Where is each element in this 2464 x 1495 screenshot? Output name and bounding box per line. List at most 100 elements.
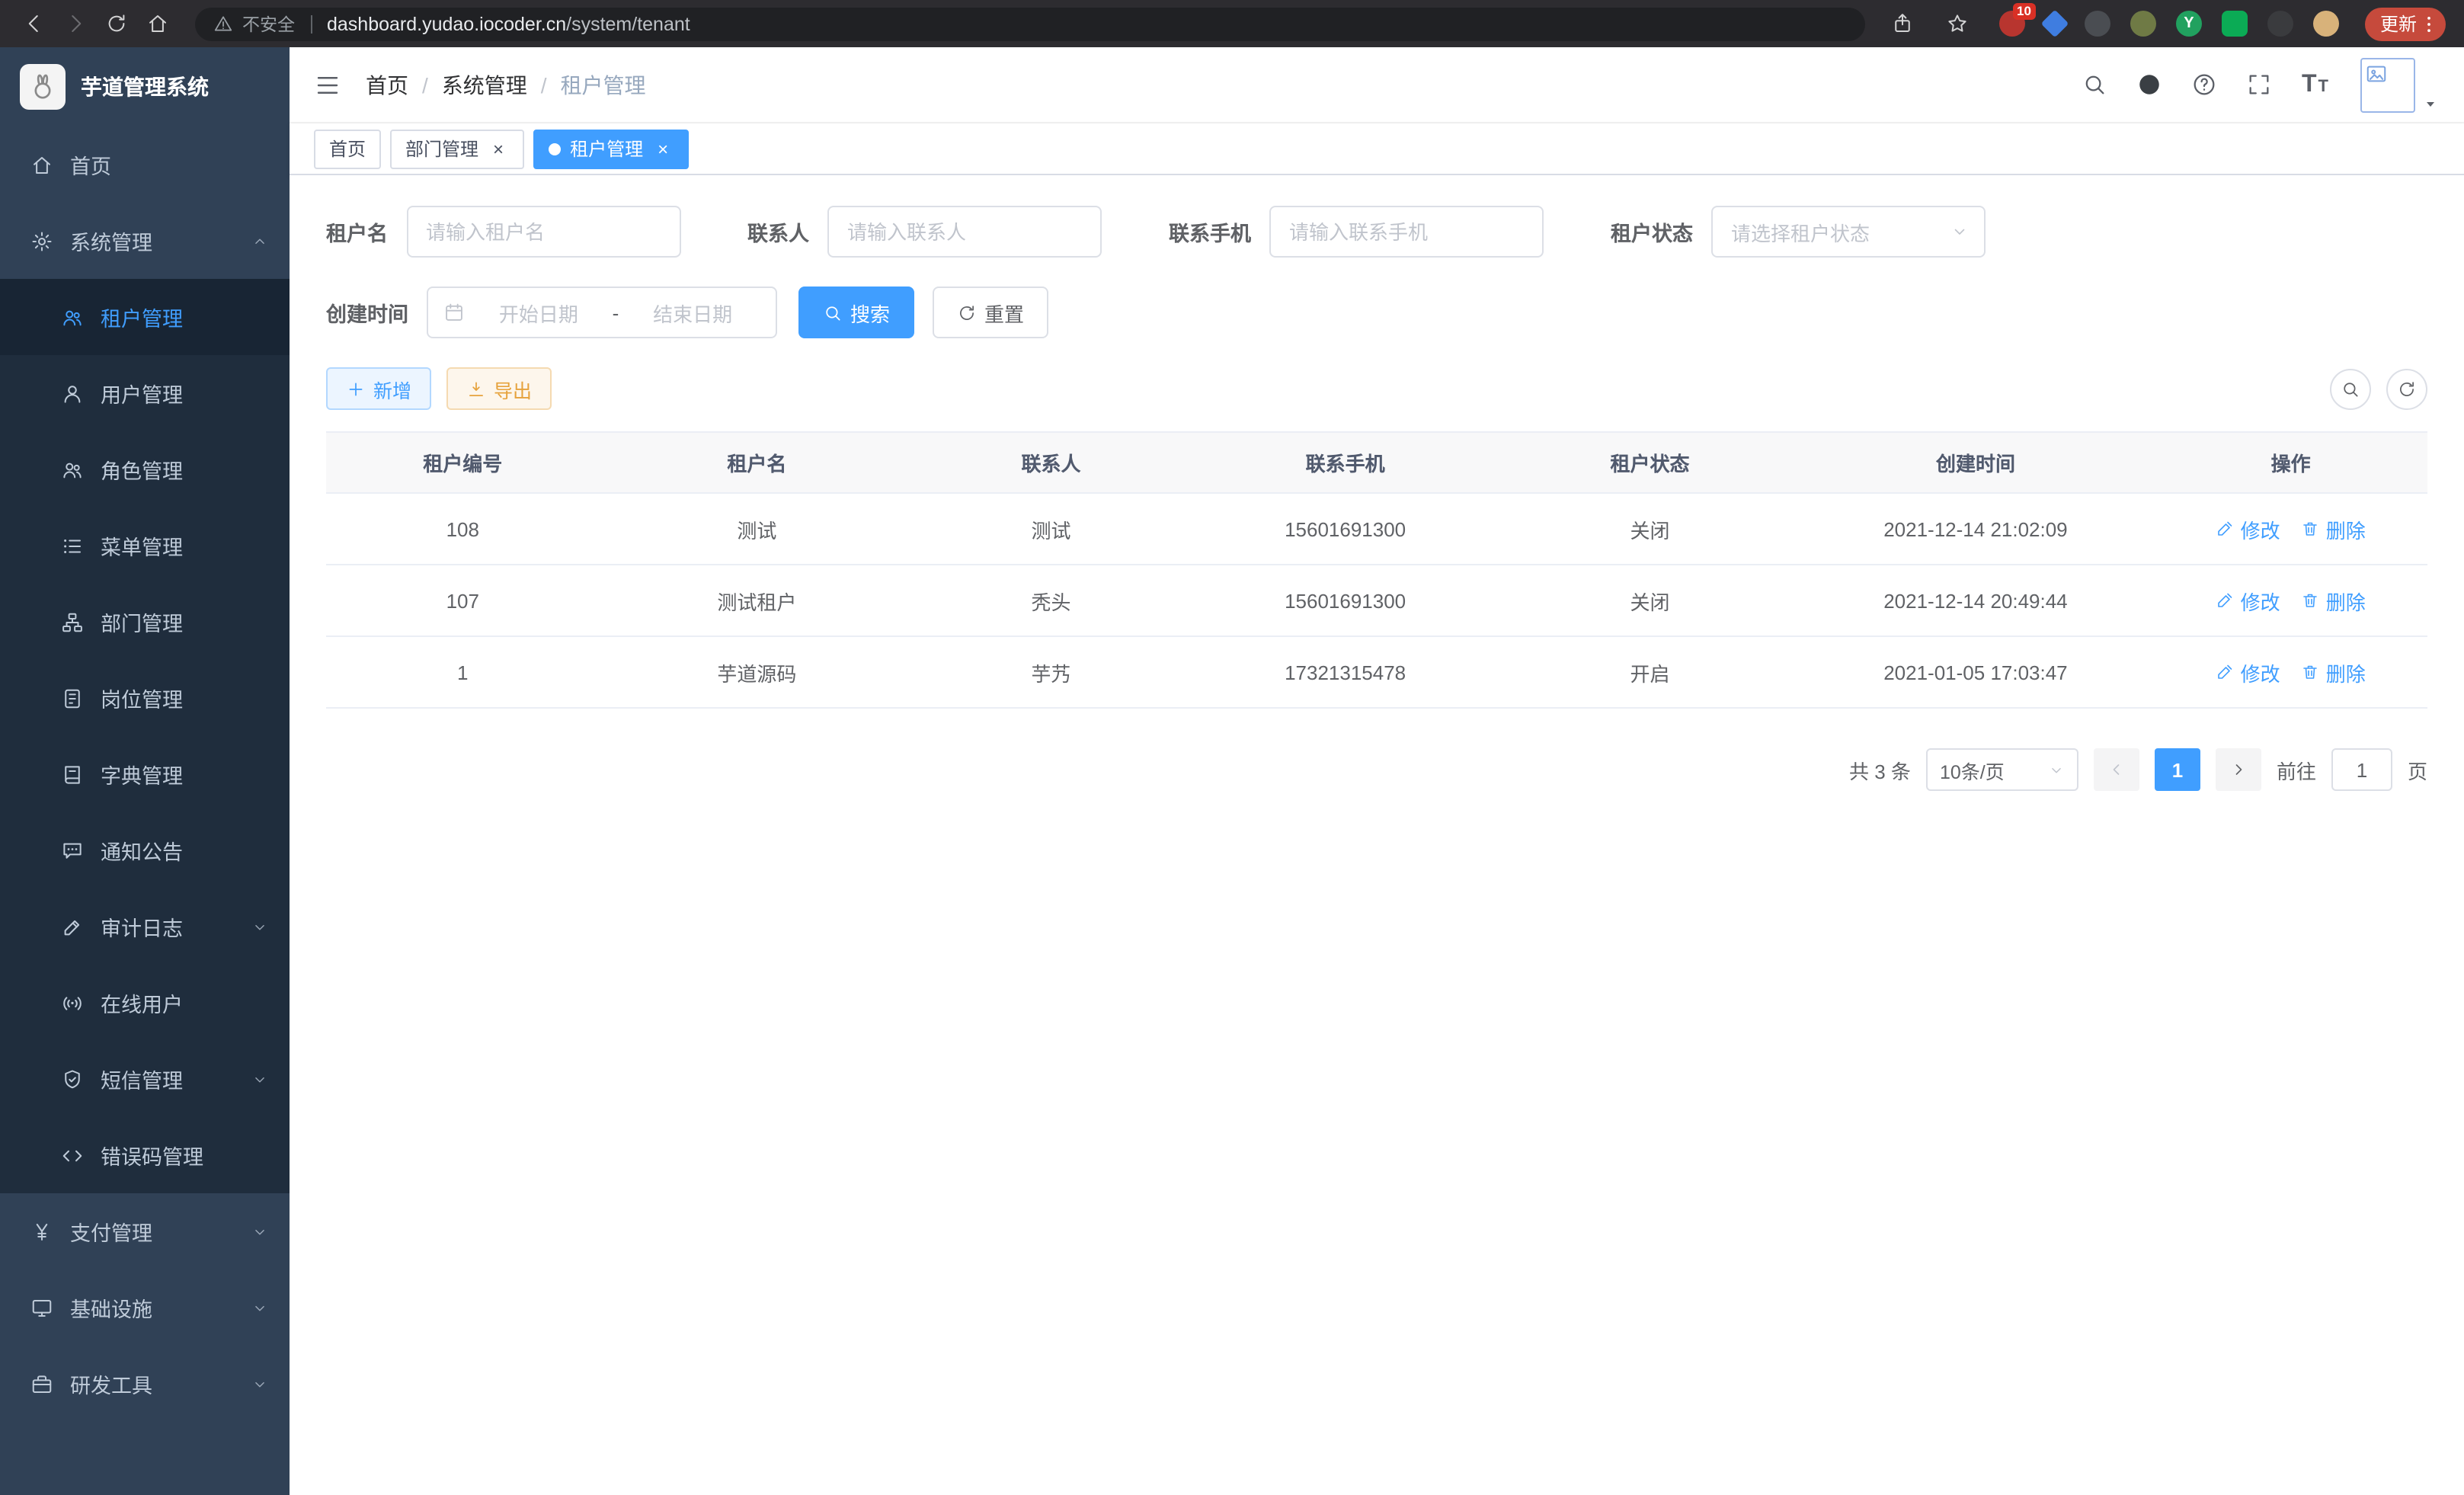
tenant-status-select[interactable]: 请选择租户状态 — [1711, 206, 1986, 258]
plus-icon — [346, 379, 366, 399]
header-icon-group: TT — [2082, 57, 2440, 112]
browser-update-button[interactable]: 更新 — [2365, 7, 2446, 40]
close-tab-icon[interactable]: × — [488, 138, 509, 159]
extension-blue-diamond[interactable] — [2041, 10, 2069, 38]
column-header: 租户名 — [600, 432, 915, 493]
extension-dark-sphere[interactable] — [2085, 11, 2110, 37]
github-button[interactable] — [2137, 72, 2163, 98]
sidebar-item-audit-log[interactable]: 审计日志 — [0, 888, 290, 965]
sidebar-item-sms[interactable]: 短信管理 — [0, 1041, 290, 1117]
sidebar-item-post[interactable]: 岗位管理 — [0, 660, 290, 736]
contact-input[interactable] — [827, 206, 1102, 258]
tab-dept[interactable]: 部门管理× — [390, 129, 524, 168]
chevron-down-icon — [2048, 761, 2065, 778]
browser-reload-button[interactable] — [98, 5, 136, 43]
page-size-select[interactable]: 10条/页 — [1926, 748, 2078, 791]
signal-icon — [61, 991, 84, 1014]
sidebar-item-dict[interactable]: 字典管理 — [0, 736, 290, 812]
close-tab-icon[interactable]: × — [652, 138, 674, 159]
breadcrumb: 首页/系统管理/租户管理 — [366, 69, 646, 100]
contact-label: 联系人 — [747, 216, 809, 247]
user-avatar[interactable] — [2360, 57, 2440, 112]
browser-home-button[interactable] — [139, 5, 177, 43]
add-button-label: 新增 — [373, 374, 411, 403]
sidebar-item-online-user[interactable]: 在线用户 — [0, 965, 290, 1041]
tab-label: 首页 — [329, 136, 366, 162]
tenant-name-input[interactable] — [406, 206, 680, 258]
share-button[interactable] — [1883, 5, 1922, 43]
sidebar-item-menu[interactable]: 菜单管理 — [0, 507, 290, 584]
tab-home[interactable]: 首页 — [314, 129, 381, 168]
breadcrumb-item[interactable]: 首页 — [366, 69, 408, 100]
bookmark-button[interactable] — [1938, 5, 1976, 43]
edit-link[interactable]: 修改 — [2216, 586, 2280, 615]
sidebar: 芋道管理系统 首页系统管理租户管理用户管理角色管理菜单管理部门管理岗位管理字典管… — [0, 47, 290, 1495]
extension-green-chat[interactable] — [2222, 11, 2248, 37]
table-row: 107测试租户秃头15601691300关闭2021-12-14 20:49:4… — [326, 565, 2427, 636]
sidebar-item-infra[interactable]: 基础设施 — [0, 1269, 290, 1346]
next-page-button[interactable] — [2216, 748, 2261, 791]
fullscreen-button[interactable] — [2247, 72, 2273, 98]
extension-colorful[interactable]: 10 — [1999, 11, 2025, 37]
url-path: /system/tenant — [566, 13, 690, 34]
toggle-search-button[interactable] — [2330, 368, 2371, 409]
cell-name: 测试租户 — [600, 565, 915, 636]
search-button[interactable] — [2082, 72, 2108, 98]
chevron-left-icon — [2107, 760, 2126, 779]
trash-icon — [2302, 591, 2320, 610]
sidebar-item-label: 在线用户 — [101, 988, 183, 1018]
export-button[interactable]: 导出 — [446, 367, 552, 410]
extension-green-y[interactable]: Y — [2176, 11, 2202, 37]
app-logo[interactable]: 芋道管理系统 — [0, 47, 290, 126]
page-number-1[interactable]: 1 — [2155, 748, 2200, 791]
main-area: 首页/系统管理/租户管理 TT 首页部门管理×租户管理× 租户 — [290, 47, 2464, 1495]
goto-page-input[interactable] — [2331, 748, 2392, 791]
sidebar-item-label: 基础设施 — [70, 1292, 152, 1323]
tree-icon — [61, 610, 84, 633]
tenant-name-label: 租户名 — [326, 216, 388, 247]
browser-forward-button[interactable] — [56, 5, 94, 43]
create-time-range-picker[interactable]: 开始日期 - 结束日期 — [427, 287, 777, 338]
edit-link[interactable]: 修改 — [2216, 658, 2280, 687]
search-button[interactable]: 搜索 — [798, 287, 914, 338]
refresh-table-button[interactable] — [2386, 368, 2427, 409]
browser-back-button[interactable] — [15, 5, 53, 43]
sidebar-item-home[interactable]: 首页 — [0, 126, 290, 203]
sidebar-item-user[interactable]: 用户管理 — [0, 355, 290, 431]
delete-link[interactable]: 删除 — [2302, 586, 2366, 615]
sidebar-item-label: 部门管理 — [101, 607, 183, 637]
trash-icon — [2302, 663, 2320, 681]
breadcrumb-item: 租户管理 — [561, 69, 646, 100]
add-button[interactable]: 新增 — [326, 367, 431, 410]
prev-page-button[interactable] — [2094, 748, 2139, 791]
filter-tenant-name: 租户名 — [326, 206, 680, 258]
extension-tan-avatar[interactable] — [2313, 11, 2339, 37]
sidebar-item-dept[interactable]: 部门管理 — [0, 584, 290, 660]
breadcrumb-item[interactable]: 系统管理 — [442, 69, 527, 100]
help-button[interactable] — [2192, 72, 2218, 98]
yen-icon — [30, 1220, 53, 1243]
sidebar-item-notice[interactable]: 通知公告 — [0, 812, 290, 888]
extension-dark-plugin[interactable] — [2267, 11, 2293, 37]
sidebar-item-error-code[interactable]: 错误码管理 — [0, 1117, 290, 1193]
extension-olive-avatar[interactable] — [2130, 11, 2156, 37]
reset-button[interactable]: 重置 — [933, 287, 1048, 338]
sidebar-item-system[interactable]: 系统管理 — [0, 203, 290, 279]
sidebar-item-pay[interactable]: 支付管理 — [0, 1193, 290, 1269]
sidebar-item-dev-tools[interactable]: 研发工具 — [0, 1346, 290, 1422]
delete-link[interactable]: 删除 — [2302, 514, 2366, 543]
chevron-down-icon — [251, 1071, 268, 1087]
code-icon — [61, 1144, 84, 1167]
font-size-button[interactable]: TT — [2302, 72, 2328, 97]
sidebar-item-tenant[interactable]: 租户管理 — [0, 279, 290, 355]
collapse-sidebar-button[interactable] — [314, 71, 341, 98]
tab-tenant[interactable]: 租户管理× — [533, 129, 689, 168]
url-bar[interactable]: 不安全 dashboard.yudao.iocoder.cn/system/te… — [195, 7, 1865, 40]
delete-link[interactable]: 删除 — [2302, 658, 2366, 687]
search-icon — [823, 303, 843, 322]
filter-status: 租户状态 请选择租户状态 — [1611, 206, 1986, 258]
sidebar-item-role[interactable]: 角色管理 — [0, 431, 290, 507]
mobile-input[interactable] — [1269, 206, 1544, 258]
column-header: 联系人 — [914, 432, 1188, 493]
edit-link[interactable]: 修改 — [2216, 514, 2280, 543]
